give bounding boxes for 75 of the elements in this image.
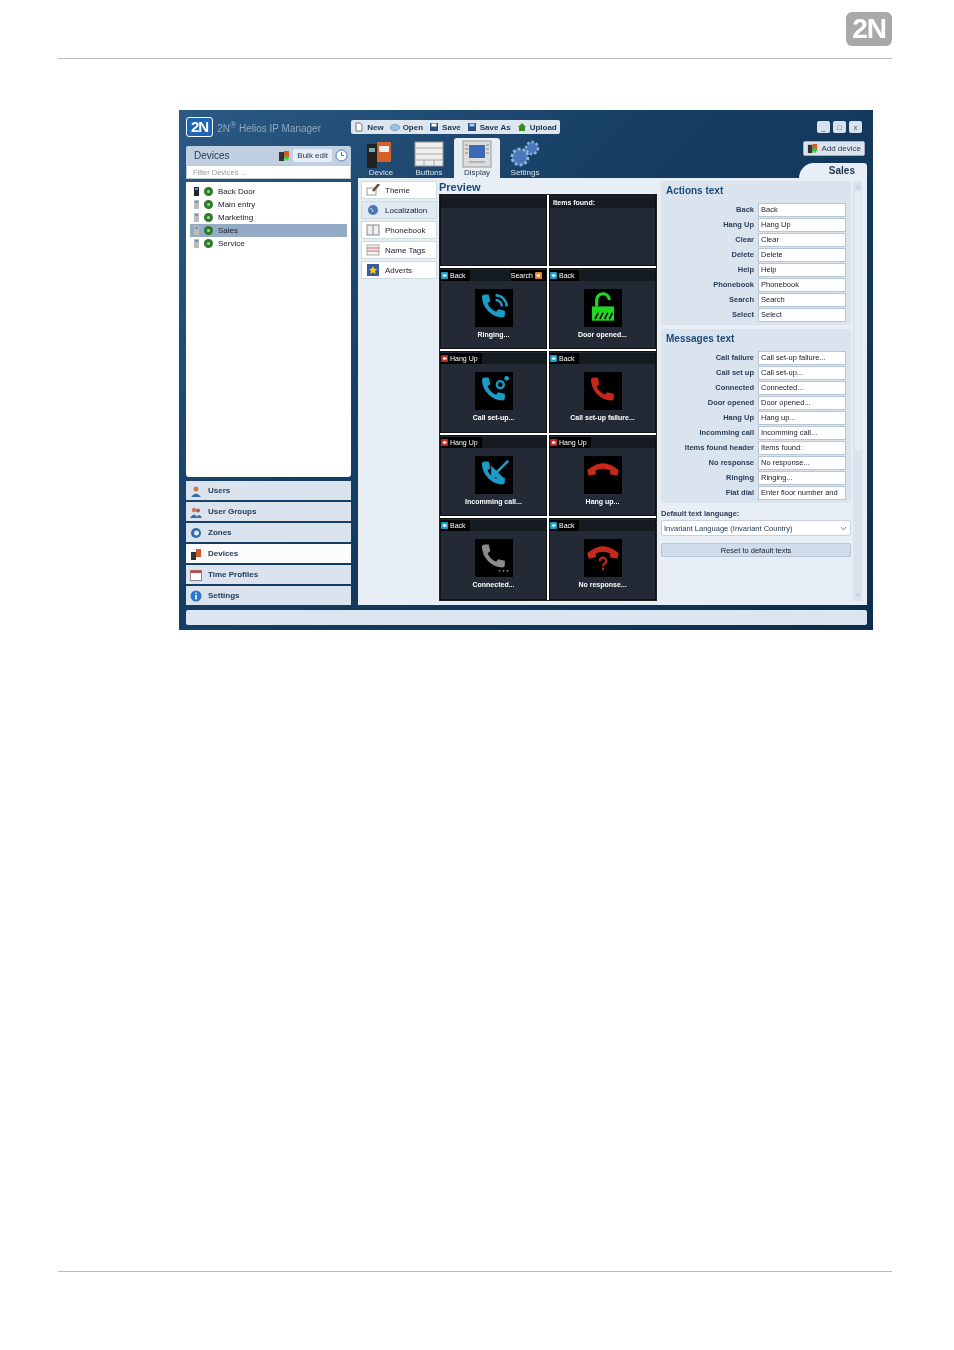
nav-item[interactable]: Time Profiles bbox=[186, 565, 351, 584]
section-tab[interactable]: Adverts bbox=[361, 261, 437, 279]
app-title: 2N$^{®}$ Helios IP Manager bbox=[217, 119, 322, 135]
padlock-icon bbox=[583, 288, 622, 327]
people-icon bbox=[190, 505, 202, 518]
brush-icon bbox=[366, 184, 380, 196]
info-icon bbox=[190, 589, 202, 602]
keypad-icon bbox=[413, 140, 445, 168]
device-item[interactable]: Marketing bbox=[190, 211, 347, 224]
calendar-icon bbox=[190, 568, 202, 581]
book-icon bbox=[366, 224, 380, 236]
app-logo: 2N bbox=[186, 117, 214, 137]
company-logo: 2N bbox=[846, 12, 892, 46]
toolbar-button[interactable]: Upload bbox=[516, 122, 557, 132]
group-title: Actions text bbox=[666, 185, 725, 196]
phone-icon bbox=[583, 372, 622, 411]
intercom-icon bbox=[194, 226, 199, 235]
nav-item[interactable]: Users bbox=[186, 481, 351, 500]
toolbar-button[interactable]: Save bbox=[429, 122, 461, 132]
scrollbar[interactable] bbox=[853, 181, 862, 601]
device-name: Sales bbox=[218, 226, 238, 235]
ring-icon bbox=[190, 526, 202, 539]
panel-title: Devices bbox=[194, 150, 230, 161]
display-icon bbox=[461, 140, 493, 168]
phone-icon bbox=[474, 455, 513, 494]
device-name: Back Door bbox=[218, 187, 256, 196]
device-tab[interactable]: Buttons bbox=[406, 138, 452, 178]
nav-item[interactable]: Settings bbox=[186, 586, 351, 605]
device-name: Main entry bbox=[218, 200, 256, 209]
phone-icon bbox=[474, 372, 513, 411]
nav-item[interactable]: User Groups bbox=[186, 502, 351, 521]
nav-item[interactable]: Devices bbox=[186, 544, 351, 563]
device-item[interactable]: Back Door bbox=[190, 185, 347, 198]
intercom-icon bbox=[194, 239, 199, 248]
person-icon bbox=[190, 484, 202, 497]
handset-icon bbox=[583, 455, 622, 494]
clock-icon[interactable] bbox=[335, 149, 348, 162]
house-icon bbox=[516, 122, 527, 132]
section-title: Preview bbox=[439, 181, 482, 194]
device-name: Marketing bbox=[218, 213, 254, 222]
add-device-icon bbox=[807, 143, 819, 154]
device-item[interactable]: Service bbox=[190, 237, 347, 250]
device-item[interactable]: Sales bbox=[190, 224, 347, 237]
devices-icon bbox=[190, 547, 202, 560]
group-title: Messages text bbox=[666, 333, 736, 344]
add-device-icon[interactable] bbox=[278, 149, 291, 162]
phone-icon bbox=[474, 288, 513, 327]
globe-icon bbox=[366, 204, 380, 216]
section-tab[interactable]: Phonebook bbox=[361, 221, 437, 239]
device-name: Service bbox=[218, 239, 245, 248]
nav-item[interactable]: Zones bbox=[186, 523, 351, 542]
document-icon bbox=[354, 122, 365, 132]
intercom-icon bbox=[194, 213, 199, 222]
handset-icon bbox=[583, 539, 622, 578]
device-item[interactable]: Main entry bbox=[190, 198, 347, 211]
intercom-icon bbox=[194, 187, 199, 196]
intercom-icon bbox=[194, 200, 199, 209]
section-tab[interactable]: Theme bbox=[361, 181, 437, 199]
star-icon bbox=[366, 264, 380, 276]
list-icon bbox=[366, 244, 380, 256]
toolbar-button[interactable]: Save As bbox=[466, 122, 511, 132]
toolbar-button[interactable]: New bbox=[354, 122, 384, 132]
section-tab[interactable]: Name Tags bbox=[361, 241, 437, 259]
section-tab[interactable]: Localization bbox=[361, 201, 437, 219]
device-tab[interactable]: Display bbox=[454, 138, 500, 178]
bulk-edit-button[interactable]: Bulk edit bbox=[293, 149, 332, 162]
add-device-button[interactable]: Add device bbox=[803, 141, 865, 156]
phone-icon bbox=[474, 539, 513, 578]
gears-icon bbox=[509, 140, 541, 168]
device-tab[interactable]: Settings bbox=[502, 138, 548, 178]
device-tab[interactable]: Device bbox=[358, 138, 404, 178]
arrow-down-icon[interactable] bbox=[854, 593, 861, 598]
arrow-up-icon[interactable] bbox=[854, 184, 861, 189]
device-name-tab[interactable]: Sales bbox=[798, 163, 867, 178]
toolbar-button[interactable]: Open bbox=[389, 122, 424, 132]
